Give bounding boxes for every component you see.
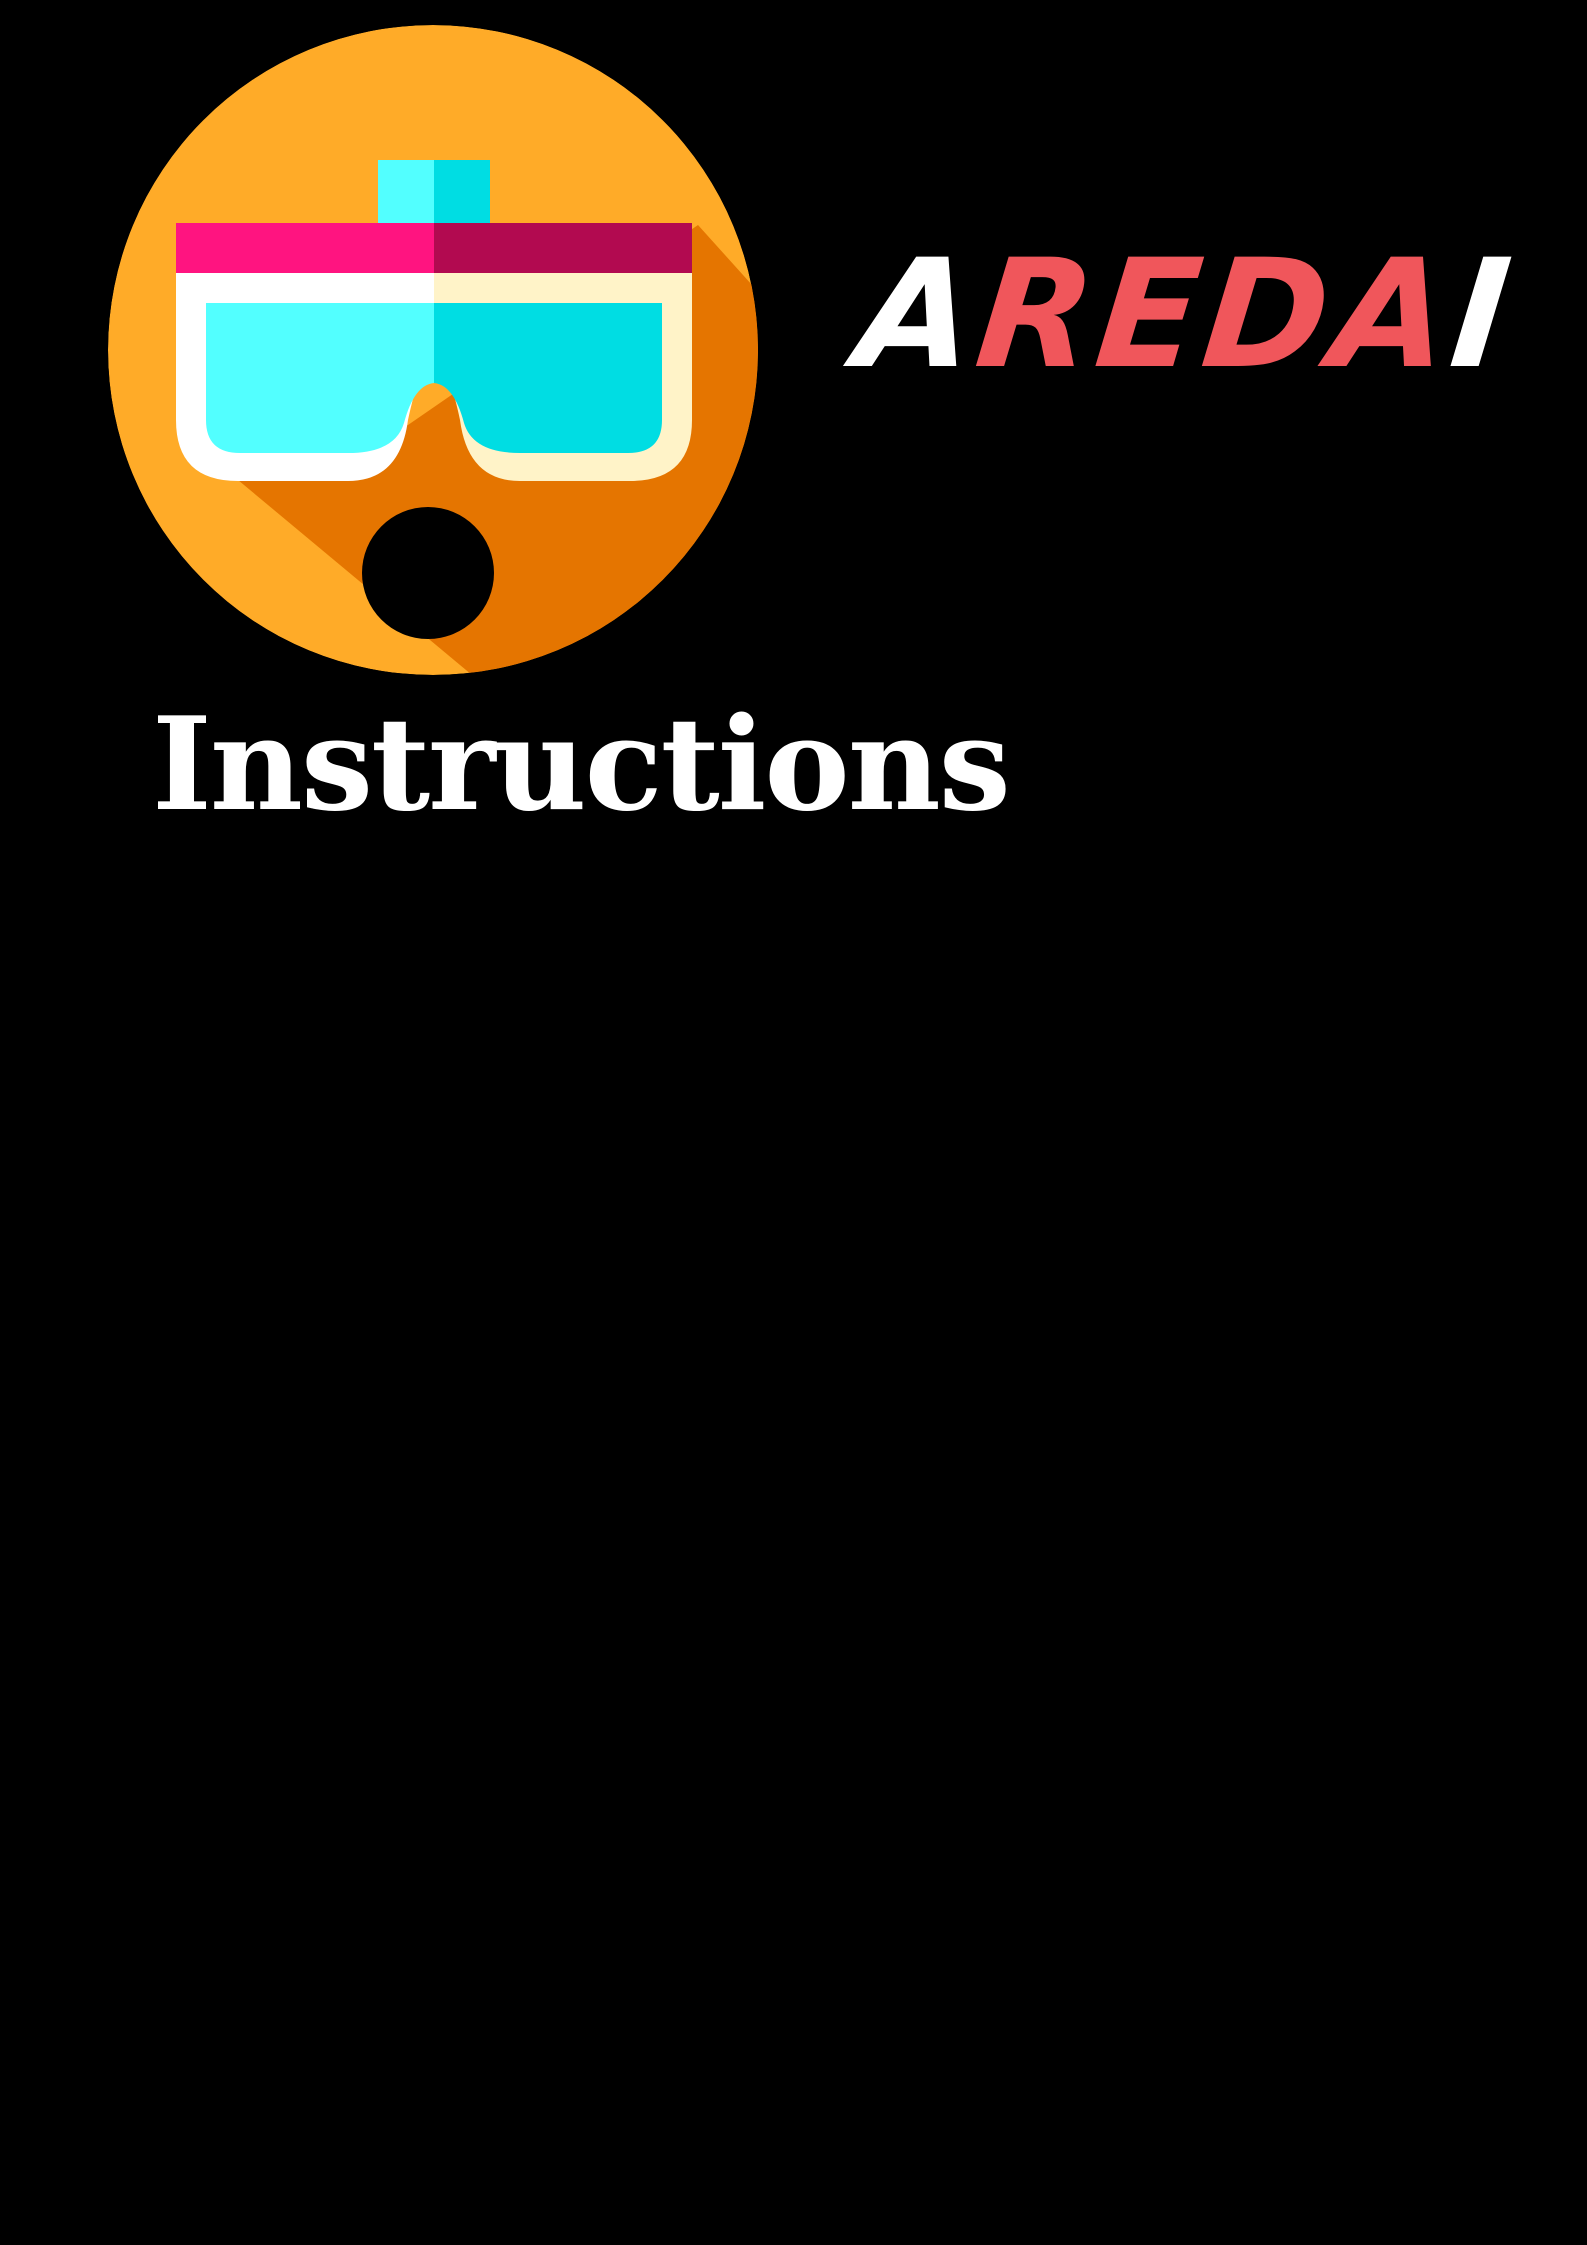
surprised-mouth	[362, 507, 494, 639]
goggles-strap-right	[434, 223, 692, 273]
brand-wordmark-part-a: A	[848, 228, 988, 402]
brand-wordmark: AREDAI	[849, 225, 1522, 405]
page-title: Instructions	[152, 690, 1011, 840]
goggles-top-tab-left	[378, 160, 434, 230]
goggles-lens-left	[206, 303, 434, 453]
goggles-strap-left	[176, 223, 434, 273]
goggles-lens-right	[434, 303, 662, 453]
vr-goggles-surprised-face-icon	[108, 25, 758, 675]
goggles-top-tab-right	[434, 160, 490, 230]
brand-wordmark-part-red: REDA	[968, 228, 1462, 402]
